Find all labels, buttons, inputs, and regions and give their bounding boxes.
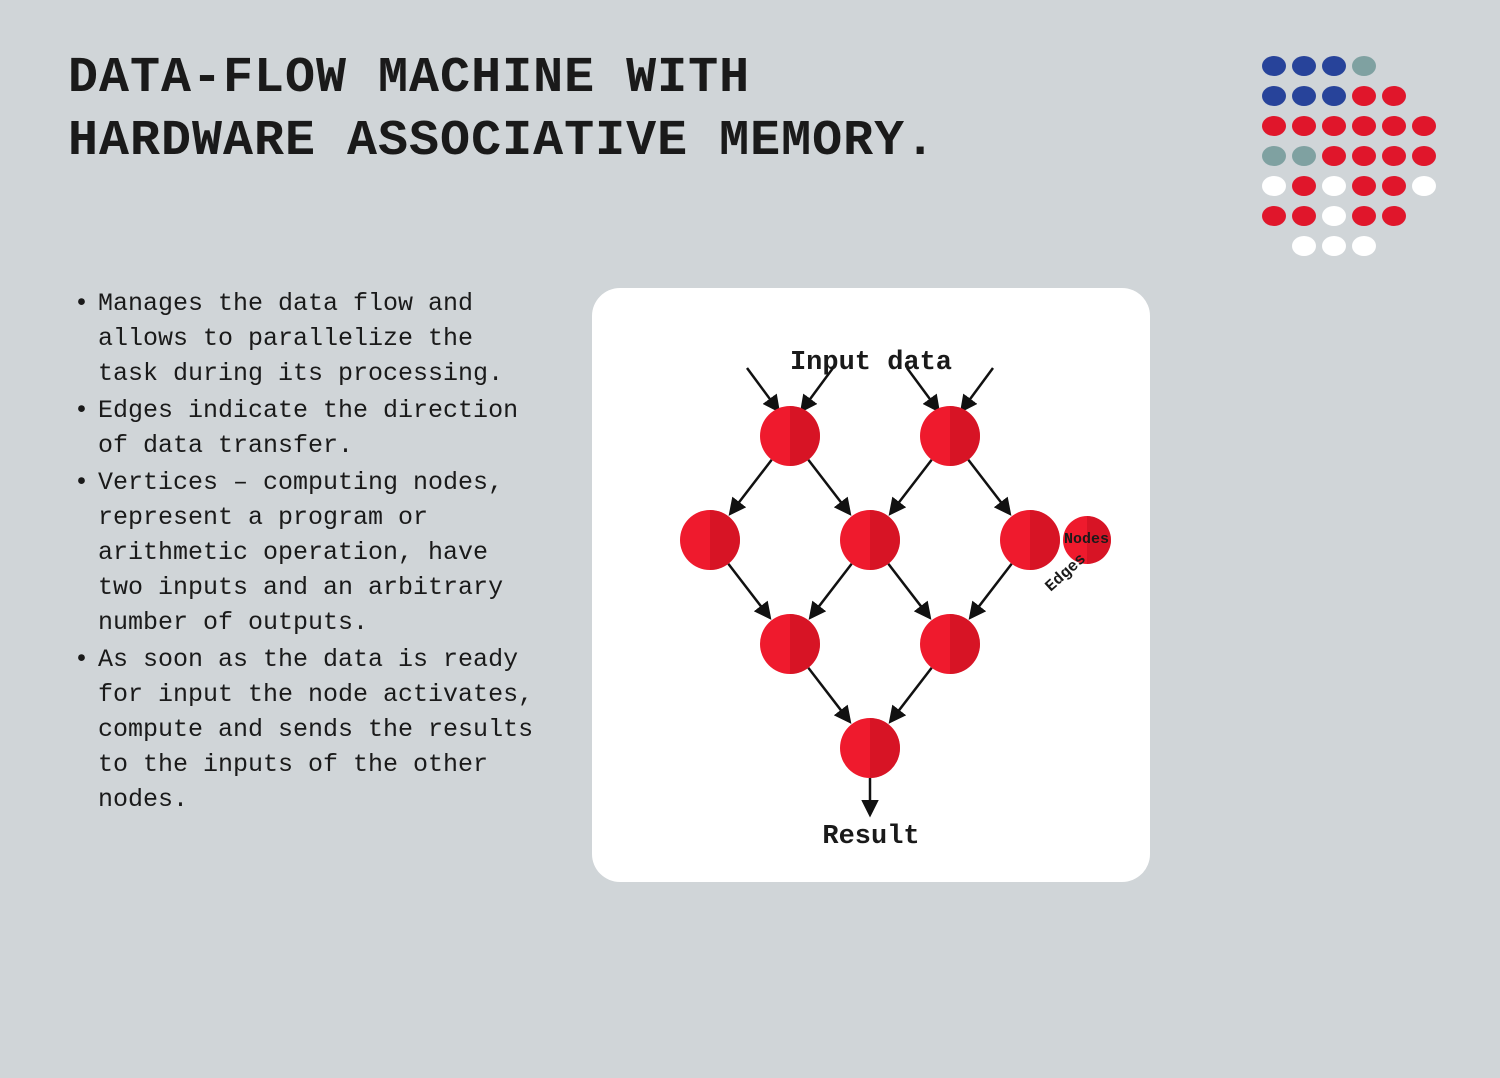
diagram-node — [760, 406, 820, 466]
decorative-dot-grid — [1260, 52, 1460, 282]
diagram-edge — [728, 564, 769, 617]
diagram-input-arrow — [907, 368, 938, 410]
dataflow-diagram — [592, 288, 1150, 882]
diagram-edge — [811, 564, 852, 617]
diagram-edge — [971, 564, 1012, 617]
diagram-node — [1000, 510, 1060, 570]
diagram-panel: Input data Nodes Edges Result — [592, 288, 1150, 882]
diagram-node — [680, 510, 740, 570]
diagram-edge — [888, 564, 929, 617]
diagram-edge — [891, 460, 932, 513]
diagram-node — [840, 718, 900, 778]
diagram-input-arrow — [747, 368, 778, 410]
bullet-list: Manages the data flow and allows to para… — [68, 286, 548, 819]
bullet-item: Vertices – computing nodes, represent a … — [68, 465, 548, 640]
nodes-annotation: Nodes — [1064, 531, 1109, 548]
bullet-item: Manages the data flow and allows to para… — [68, 286, 548, 391]
diagram-bottom-label: Result — [592, 822, 1150, 852]
diagram-node — [840, 510, 900, 570]
diagram-edge — [891, 668, 932, 721]
diagram-node — [920, 614, 980, 674]
diagram-edge — [808, 460, 849, 513]
diagram-node — [920, 406, 980, 466]
page-title: DATA-FLOW MACHINE WITH HARDWARE ASSOCIAT… — [68, 48, 1028, 173]
diagram-node — [760, 614, 820, 674]
diagram-input-arrow — [962, 368, 993, 410]
diagram-edge — [731, 460, 772, 513]
diagram-edge — [968, 460, 1009, 513]
diagram-edge — [808, 668, 849, 721]
diagram-input-arrow — [802, 368, 833, 410]
bullet-item: Edges indicate the direction of data tra… — [68, 393, 548, 463]
bullet-item: As soon as the data is ready for input t… — [68, 642, 548, 817]
